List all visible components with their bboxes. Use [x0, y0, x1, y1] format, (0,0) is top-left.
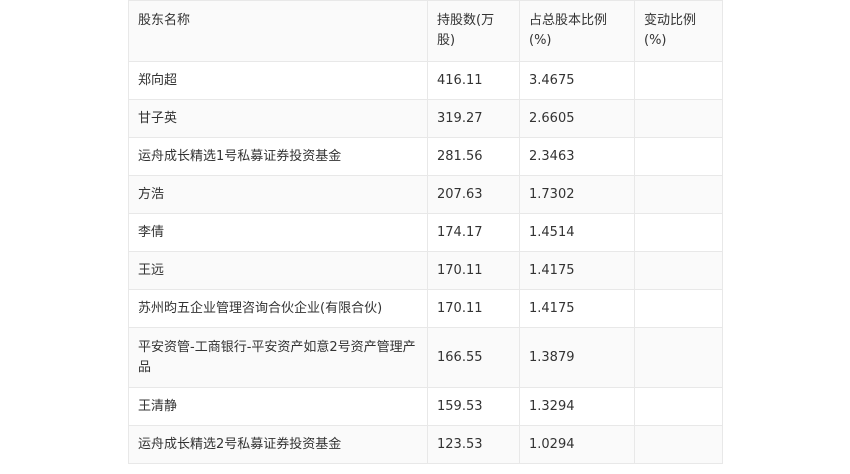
cell-ratio: 1.4514: [519, 213, 635, 252]
table-row: 运舟成长精选2号私募证券投资基金 123.53 1.0294: [128, 425, 723, 464]
cell-shares: 174.17: [427, 213, 520, 252]
cell-name: 方浩: [128, 175, 428, 214]
cell-change: [634, 213, 723, 252]
table-row: 李倩 174.17 1.4514: [128, 213, 723, 252]
cell-change: [634, 289, 723, 328]
cell-change: [634, 387, 723, 426]
cell-shares: 159.53: [427, 387, 520, 426]
cell-name: 平安资管-工商银行-平安资产如意2号资产管理产品: [128, 327, 428, 388]
table-row: 方浩 207.63 1.7302: [128, 175, 723, 214]
table-header-row: 股东名称 持股数(万股) 占总股本比例(%) 变动比例(%): [128, 0, 723, 62]
table-row: 甘子英 319.27 2.6605: [128, 99, 723, 138]
cell-ratio: 1.3294: [519, 387, 635, 426]
cell-name: 甘子英: [128, 99, 428, 138]
cell-shares: 416.11: [427, 61, 520, 100]
shareholder-table: 股东名称 持股数(万股) 占总股本比例(%) 变动比例(%) 郑向超 416.1…: [128, 0, 723, 464]
header-shareholder-name: 股东名称: [128, 0, 428, 62]
cell-change: [634, 137, 723, 176]
cell-name: 王清静: [128, 387, 428, 426]
cell-shares: 207.63: [427, 175, 520, 214]
shareholder-table-container: 股东名称 持股数(万股) 占总股本比例(%) 变动比例(%) 郑向超 416.1…: [128, 0, 723, 464]
cell-change: [634, 61, 723, 100]
cell-name: 郑向超: [128, 61, 428, 100]
table-row: 苏州昀五企业管理咨询合伙企业(有限合伙) 170.11 1.4175: [128, 289, 723, 328]
cell-change: [634, 251, 723, 290]
cell-shares: 166.55: [427, 327, 520, 388]
cell-change: [634, 99, 723, 138]
cell-name: 李倩: [128, 213, 428, 252]
header-change-ratio: 变动比例(%): [634, 0, 723, 62]
cell-shares: 170.11: [427, 251, 520, 290]
header-shares-held: 持股数(万股): [427, 0, 520, 62]
cell-ratio: 1.3879: [519, 327, 635, 388]
cell-name: 王远: [128, 251, 428, 290]
table-row: 郑向超 416.11 3.4675: [128, 61, 723, 100]
table-row: 王远 170.11 1.4175: [128, 251, 723, 290]
cell-name: 苏州昀五企业管理咨询合伙企业(有限合伙): [128, 289, 428, 328]
cell-change: [634, 327, 723, 388]
cell-change: [634, 175, 723, 214]
table-row: 运舟成长精选1号私募证券投资基金 281.56 2.3463: [128, 137, 723, 176]
header-share-ratio: 占总股本比例(%): [519, 0, 635, 62]
cell-ratio: 2.6605: [519, 99, 635, 138]
cell-ratio: 2.3463: [519, 137, 635, 176]
cell-shares: 319.27: [427, 99, 520, 138]
table-row: 王清静 159.53 1.3294: [128, 387, 723, 426]
cell-ratio: 1.4175: [519, 289, 635, 328]
cell-name: 运舟成长精选2号私募证券投资基金: [128, 425, 428, 464]
cell-ratio: 1.0294: [519, 425, 635, 464]
table-row: 平安资管-工商银行-平安资产如意2号资产管理产品 166.55 1.3879: [128, 327, 723, 388]
cell-shares: 170.11: [427, 289, 520, 328]
cell-shares: 281.56: [427, 137, 520, 176]
cell-name: 运舟成长精选1号私募证券投资基金: [128, 137, 428, 176]
cell-ratio: 3.4675: [519, 61, 635, 100]
cell-ratio: 1.7302: [519, 175, 635, 214]
cell-ratio: 1.4175: [519, 251, 635, 290]
cell-change: [634, 425, 723, 464]
cell-shares: 123.53: [427, 425, 520, 464]
